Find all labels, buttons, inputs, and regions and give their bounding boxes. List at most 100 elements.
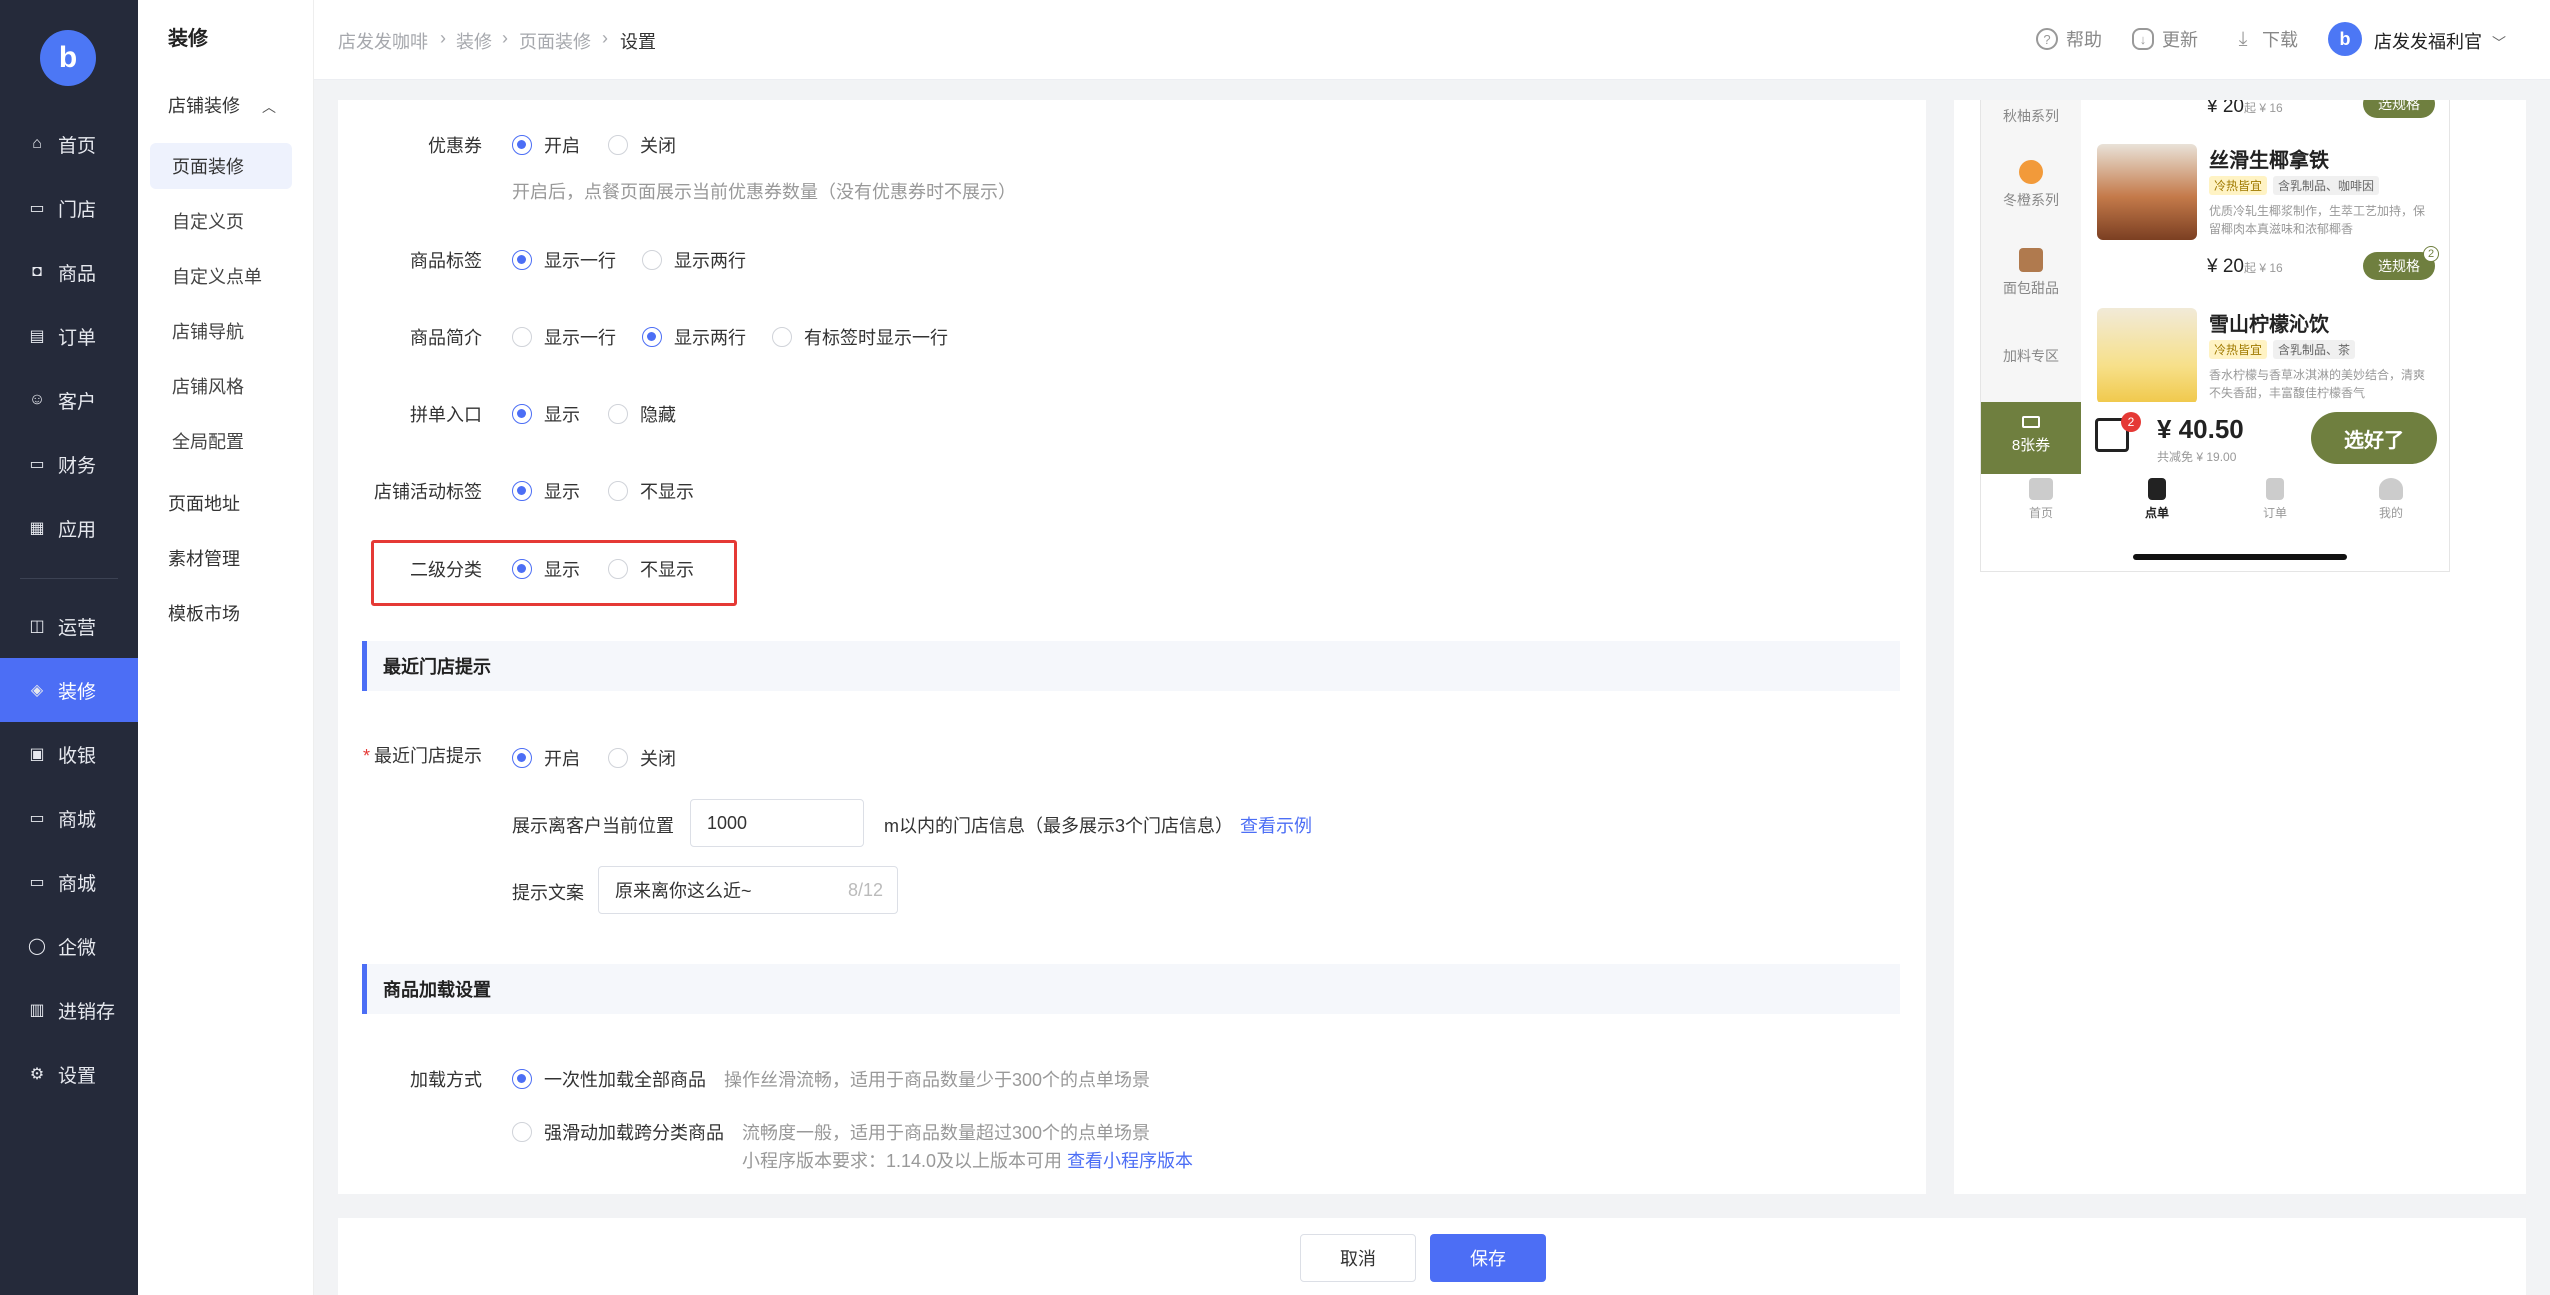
lazy-load-radio[interactable]: 强滑动加载跨分类商品 [512, 1119, 724, 1145]
nav-item-home[interactable]: ⌂ 首页 [0, 112, 138, 176]
cart-badge: 2 [2121, 412, 2141, 432]
sub-nav-item-custom-order[interactable]: 自定义点单 [150, 253, 292, 299]
cup-tab-icon [2148, 478, 2166, 500]
coupon-off-radio[interactable]: 关闭 [608, 132, 676, 158]
nav-item-store[interactable]: ▭ 门店 [0, 176, 138, 240]
radio-label: 开启 [544, 749, 580, 769]
home-indicator [2133, 554, 2347, 560]
breadcrumb-item[interactable]: 店发发咖啡 [338, 28, 428, 54]
product-tag-two-lines-radio[interactable]: 显示两行 [642, 247, 746, 273]
save-button[interactable]: 保存 [1430, 1234, 1546, 1282]
tab-mine[interactable]: 我的 [2351, 478, 2431, 521]
product-intro-label: 商品简介 [410, 328, 482, 348]
product-intro-two-lines-radio[interactable]: 显示两行 [642, 324, 746, 350]
radio-dot [512, 327, 532, 347]
sub-category-show-radio[interactable]: 显示 [512, 556, 580, 582]
load-all-radio[interactable]: 一次性加载全部商品 [512, 1066, 706, 1092]
nav-item-label: 财务 [58, 455, 97, 477]
breadcrumb-item[interactable]: 装修 [456, 28, 492, 54]
sub-nav-item-page-decoration[interactable]: 页面装修 [150, 143, 292, 189]
activity-tag-show-radio[interactable]: 显示 [512, 478, 580, 504]
tip-text-input[interactable]: 原来离你这么近~ 8/12 [598, 866, 898, 914]
nav-item-cashier[interactable]: ▣ 收银 [0, 722, 138, 786]
group-buy-label: 拼单入口 [410, 405, 482, 425]
category-item[interactable]: 面包甜品 [1981, 248, 2081, 298]
product-intro-tag-one-line-radio[interactable]: 有标签时显示一行 [772, 324, 948, 350]
product-image [2097, 308, 2197, 404]
cart-bar: 8张券 2 ¥ 40.50 共减免 ¥ 19.00 选好了 [1981, 402, 2449, 474]
gift-icon: ◫ [29, 618, 45, 635]
nav-item-orders[interactable]: ▤ 订单 [0, 304, 138, 368]
sub-nav-item-store-style[interactable]: 店铺风格 [150, 363, 292, 409]
view-miniprogram-version-link[interactable]: 查看小程序版本 [1067, 1151, 1193, 1171]
tab-order-menu[interactable]: 点单 [2117, 478, 2197, 521]
sub-nav-group-store-decoration[interactable]: 店铺装修 ︿ [168, 92, 276, 118]
nav-item-wecom[interactable]: ◯ 企微 [0, 914, 138, 978]
nav-item-apps[interactable]: ▦ 应用 [0, 496, 138, 560]
group-buy-hide-radio[interactable]: 隐藏 [608, 401, 676, 427]
cancel-button[interactable]: 取消 [1300, 1234, 1416, 1282]
product-tag-one-line-radio[interactable]: 显示一行 [512, 247, 616, 273]
sub-nav-item-global-config[interactable]: 全局配置 [150, 418, 292, 464]
product-tag: 冷热皆宜 [2209, 340, 2268, 359]
sub-category-label: 二级分类 [410, 560, 482, 580]
tab-home[interactable]: 首页 [2001, 478, 2081, 521]
product-intro-one-line-radio[interactable]: 显示一行 [512, 324, 616, 350]
app-logo[interactable]: b [40, 30, 96, 86]
category-item[interactable]: 秋柚系列 [1981, 106, 2081, 126]
radio-dot [772, 327, 792, 347]
user-icon: ☺ [28, 391, 46, 408]
nav-item-customers[interactable]: ☺ 客户 [0, 368, 138, 432]
tab-orders[interactable]: 订单 [2235, 478, 2315, 521]
category-item[interactable]: 加料专区 [1981, 346, 2081, 366]
nav-item-finance[interactable]: ▭ 财务 [0, 432, 138, 496]
help-button[interactable]: ? 帮助 [2036, 26, 2102, 52]
radio-label: 显示两行 [674, 251, 746, 271]
nav-item-label: 客户 [58, 391, 97, 413]
coupon-chip[interactable]: 8张券 [1981, 402, 2081, 474]
tab-label: 订单 [2262, 506, 2287, 520]
category-label: 面包甜品 [2003, 280, 2059, 296]
update-button[interactable]: ↓ 更新 [2132, 26, 2198, 52]
coupon-on-radio[interactable]: 开启 [512, 132, 580, 158]
breadcrumb-item[interactable]: 页面装修 [519, 28, 591, 54]
nav-item-mall-1[interactable]: ▭ 商城 [0, 786, 138, 850]
nearby-store-off-radio[interactable]: 关闭 [608, 745, 676, 771]
sub-nav-page-address[interactable]: 页面地址 [168, 490, 240, 516]
sub-nav-material[interactable]: 素材管理 [168, 545, 240, 571]
nearby-store-on-radio[interactable]: 开启 [512, 745, 580, 771]
download-button[interactable]: ⤓ 下载 [2232, 26, 2298, 52]
sub-nav-item-store-nav[interactable]: 店铺导航 [150, 308, 292, 354]
nav-item-settings[interactable]: ⚙ 设置 [0, 1042, 138, 1106]
activity-tag-hide-radio[interactable]: 不显示 [608, 478, 694, 504]
update-label: 更新 [2162, 30, 2198, 50]
nav-item-inventory[interactable]: ▥ 进销存 [0, 978, 138, 1042]
confirm-button[interactable]: 选好了 [2311, 412, 2437, 464]
nav-item-operations[interactable]: ◫ 运营 [0, 594, 138, 658]
product-price: ¥ 20起 ¥ 16 [2207, 100, 2283, 118]
nav-item-label: 运营 [58, 617, 97, 639]
product-image [2097, 144, 2197, 240]
nav-item-label: 进销存 [58, 1001, 116, 1023]
cloud-download-icon: ↓ [2132, 28, 2154, 50]
product-description: 优质冷轧生椰浆制作，生萃工艺加持，保留椰肉本真滋味和浓郁椰香 [2209, 204, 2426, 236]
category-item[interactable]: 冬橙系列 [1981, 160, 2081, 210]
radio-dot [512, 1122, 532, 1142]
breadcrumb-sep: › [502, 28, 508, 48]
store-icon: ▭ [29, 200, 45, 217]
phone-preview: 秋柚系列 冬橙系列 面包甜品 加料专区 ¥ 20起 ¥ 16 选规格 丝滑生椰拿… [1980, 100, 2450, 572]
sub-category-hide-radio[interactable]: 不显示 [608, 556, 694, 582]
account-menu[interactable]: 店发发福利官 ﹀ [2374, 28, 2506, 54]
nav-item-decoration[interactable]: ◈ 装修 [0, 658, 138, 722]
sub-nav-item-custom-page[interactable]: 自定义页 [150, 198, 292, 244]
distance-input[interactable]: 1000 [690, 799, 864, 847]
nav-item-mall-2[interactable]: ▭ 商城 [0, 850, 138, 914]
select-spec-button[interactable]: 选规格 [2363, 100, 2435, 118]
sub-nav-template-market[interactable]: 模板市场 [168, 600, 240, 626]
help-icon: ? [2036, 28, 2058, 50]
nav-item-products[interactable]: ◘ 商品 [0, 240, 138, 304]
product-name: 雪山柠檬沁饮 [2209, 314, 2329, 336]
view-example-link[interactable]: 查看示例 [1240, 812, 1312, 838]
group-buy-show-radio[interactable]: 显示 [512, 401, 580, 427]
avatar[interactable]: b [2328, 22, 2362, 56]
